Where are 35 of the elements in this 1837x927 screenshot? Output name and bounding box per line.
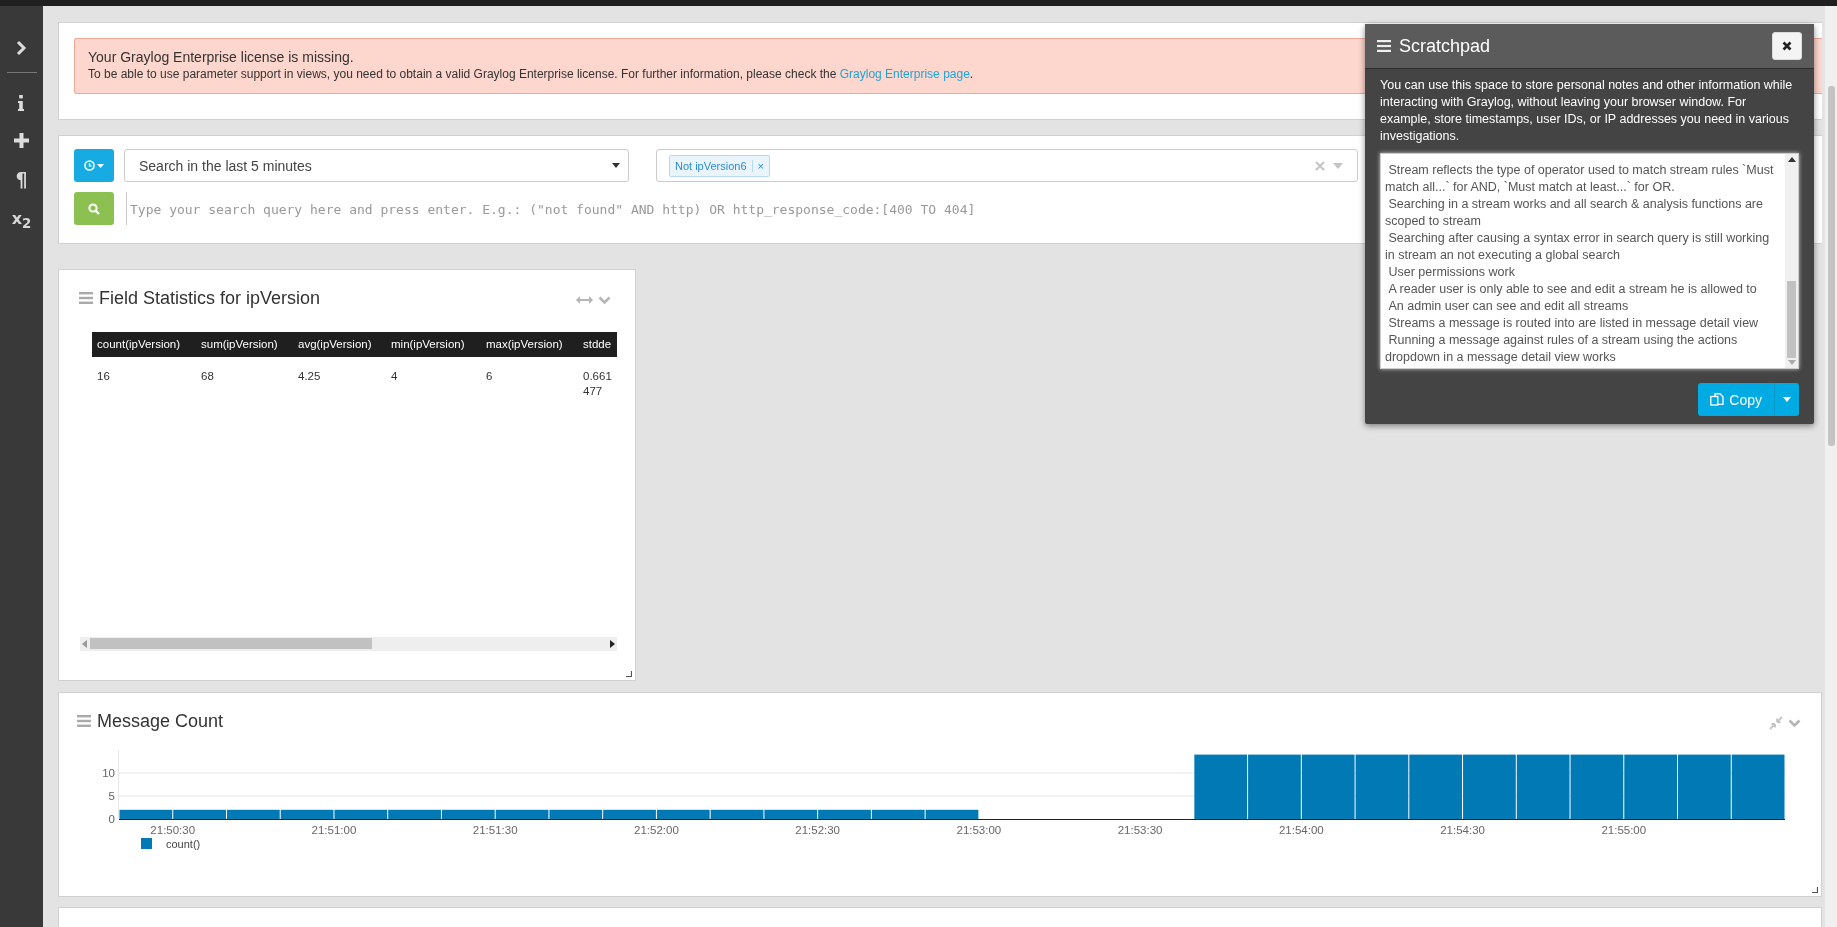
column-header: count(ipVersion) [92, 331, 196, 357]
table-cell: 4.25 [293, 356, 386, 399]
legend-label[interactable]: count() [166, 837, 201, 850]
x-tick-label: 21:54:30 [1440, 823, 1485, 836]
y-tick-label: 10 [102, 766, 115, 779]
x-tick-label: 21:50:30 [150, 823, 196, 836]
x-tick-label: 21:53:00 [956, 823, 1002, 836]
x-tick-label: 21:52:00 [634, 823, 679, 836]
table-cell: 6 [481, 356, 578, 399]
table-cell: 4 [386, 356, 481, 399]
y-tick-label: 5 [108, 789, 115, 802]
y-tick-label: 0 [108, 812, 115, 825]
x-tick-label: 21:52:30 [795, 823, 841, 836]
table-cell: 16 [92, 356, 196, 399]
scratchpad-title: Scratchpad [1399, 35, 1492, 57]
column-header: max(ipVersion) [481, 331, 578, 357]
x-tick-label: 21:55:00 [1601, 823, 1647, 836]
x-tick-label: 21:51:30 [472, 823, 518, 836]
table-cell: 68 [196, 356, 293, 399]
column-header: stdde [578, 331, 617, 357]
table-cell: 0.661477 [578, 356, 617, 399]
x-tick-label: 21:53:30 [1117, 823, 1163, 836]
widget-title: Field Statistics for ipVersion [99, 287, 322, 309]
column-header: avg(ipVersion) [293, 331, 386, 357]
timerange-select[interactable]: Search in the last 5 minutes [124, 149, 629, 183]
x-tick-label: 21:54:00 [1278, 823, 1324, 836]
sidebar-symbol[interactable]: x$_{2}$ [11, 208, 32, 236]
column-header: sum(ipVersion) [196, 331, 293, 357]
x-tick-label: 21:51:00 [311, 823, 357, 836]
alert-title: Your Graylog Enterprise license is missing. [88, 49, 355, 66]
widget-title: Message Count [97, 710, 225, 732]
sidebar-symbol[interactable]: ¶ [15, 168, 28, 190]
column-header: min(ipVersion) [386, 331, 481, 357]
filter-tag: Not ipVersion6 × [669, 154, 770, 177]
scratchpad-description: You can use this space to store personal notes and other information while interacting with Graylog, without leaving your browser window. For example, store timestamps, user IDs, or IP addresses you need in various investigations. [1380, 77, 1794, 145]
